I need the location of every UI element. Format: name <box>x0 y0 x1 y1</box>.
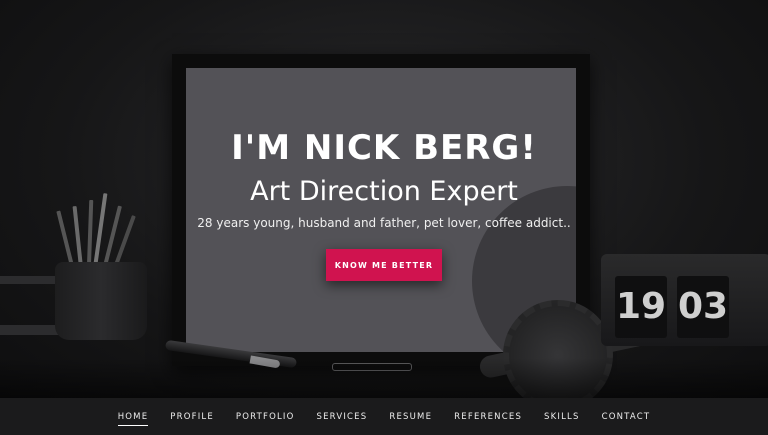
clock-hours: 19 <box>615 276 667 338</box>
hero-section: 19 03 I'M NICK BERG! Art Direction Exper… <box>0 0 768 398</box>
shelf-ledge <box>0 276 60 284</box>
nav-item-skills[interactable]: SKILLS <box>533 407 591 427</box>
nav-item-services[interactable]: SERVICES <box>306 407 379 427</box>
shelf-ledge-lower <box>0 325 60 335</box>
clock-minutes: 03 <box>677 276 729 338</box>
hero-subtitle: Art Direction Expert <box>250 176 518 207</box>
nav-item-resume[interactable]: RESUME <box>378 407 443 427</box>
flip-clock: 19 03 <box>601 254 768 346</box>
nav-item-profile[interactable]: PROFILE <box>159 407 225 427</box>
nav-item-contact[interactable]: CONTACT <box>591 407 662 427</box>
floor-shadow <box>0 358 768 398</box>
hero-tagline: 28 years young, husband and father, pet … <box>197 216 571 230</box>
nav-item-portfolio[interactable]: PORTFOLIO <box>225 407 306 427</box>
hero-title: I'M NICK BERG! <box>231 128 537 168</box>
picture-frame-mat <box>186 68 576 352</box>
know-me-better-button[interactable]: KNOW ME BETTER <box>326 249 442 281</box>
main-nav: HOME PROFILE PORTFOLIO SERVICES RESUME R… <box>0 398 768 435</box>
cup-body <box>55 262 147 340</box>
nav-item-references[interactable]: REFERENCES <box>443 407 533 427</box>
nav-item-home[interactable]: HOME <box>107 407 160 427</box>
